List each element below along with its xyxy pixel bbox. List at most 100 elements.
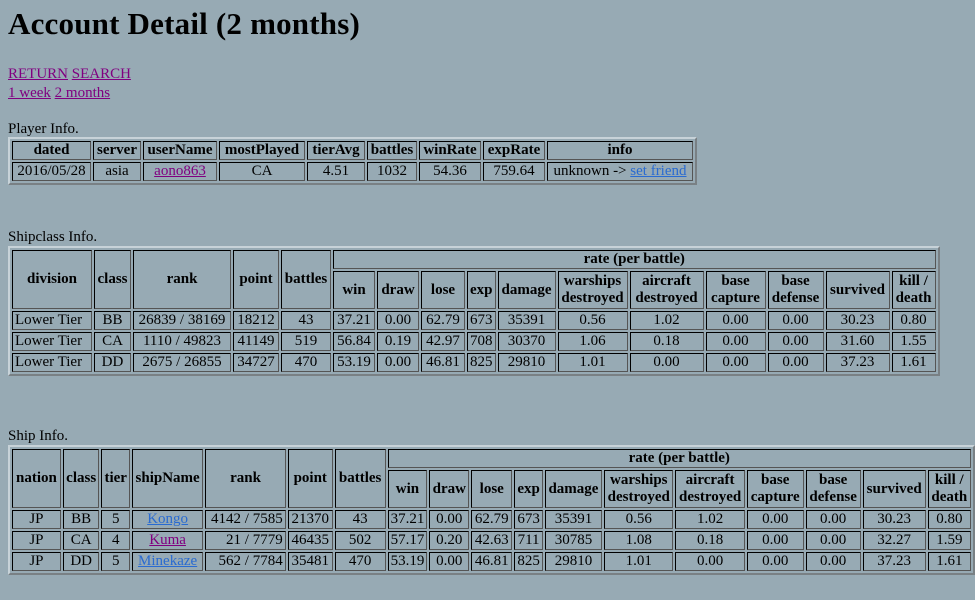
col-server: server <box>93 141 141 160</box>
one-week-link[interactable]: 1 week <box>8 85 51 101</box>
table-header-row: dated server userName mostPlayed tierAvg… <box>12 141 693 160</box>
col-point: point <box>287 449 333 508</box>
search-link[interactable]: SEARCH <box>72 66 131 82</box>
col-damage: damage <box>544 470 603 508</box>
cell-class: DD <box>94 353 131 372</box>
cell-kd: 1.61 <box>927 552 971 571</box>
username-link[interactable]: aono863 <box>154 163 206 179</box>
cell-win: 53.19 <box>333 353 375 372</box>
cell-tier: 5 <box>101 510 130 529</box>
cell-damage: 29810 <box>544 552 603 571</box>
col-aircraft: aircraft destroyed <box>675 470 745 508</box>
cell-capture: 0.00 <box>705 332 766 351</box>
col-lose: lose <box>421 271 465 309</box>
cell-lose: 46.81 <box>471 552 513 571</box>
cell-lose: 42.63 <box>471 531 513 550</box>
col-rate-group: rate (per battle) <box>387 449 971 468</box>
cell-point: 21370 <box>287 510 333 529</box>
col-warships: warships destroyed <box>557 271 628 309</box>
ship-name-link[interactable]: Minekaze <box>138 553 197 569</box>
cell-point: 18212 <box>233 311 279 330</box>
cell-aircraft: 1.02 <box>675 510 745 529</box>
table-row: Lower Tier BB 26839 / 38169 18212 43 37.21 0.0… <box>12 311 936 330</box>
col-point: point <box>233 250 279 309</box>
cell-draw: 0.20 <box>429 531 470 550</box>
table-row: Lower Tier DD 2675 / 26855 34727 470 53.19 0.0… <box>12 353 936 372</box>
cell-survived: 37.23 <box>825 353 890 372</box>
col-battles: battles <box>334 449 386 508</box>
col-aircraft: aircraft destroyed <box>629 271 704 309</box>
cell-survived: 30.23 <box>862 510 926 529</box>
table-row: 2016/05/28 asia aono863 CA 4.51 1032 54.… <box>12 162 693 181</box>
return-link[interactable]: RETURN <box>8 66 68 82</box>
cell-capture: 0.00 <box>705 353 766 372</box>
cell-lose: 46.81 <box>421 353 465 372</box>
cell-battles: 470 <box>281 353 331 372</box>
cell-capture: 0.00 <box>705 311 766 330</box>
nav-primary: RETURN SEARCH <box>8 65 131 83</box>
cell-aircraft: 1.02 <box>629 311 704 330</box>
cell-capture: 0.00 <box>746 552 804 571</box>
col-damage: damage <box>497 271 556 309</box>
col-kill-death: kill / death <box>891 271 936 309</box>
ship-name-link[interactable]: Kongo <box>147 511 188 527</box>
cell-point: 41149 <box>233 332 279 351</box>
col-division: division <box>12 250 92 309</box>
cell-point: 46435 <box>287 531 333 550</box>
col-rank: rank <box>133 250 231 309</box>
cell-lose: 42.97 <box>421 332 465 351</box>
cell-battles: 502 <box>334 531 386 550</box>
cell-nation: JP <box>12 510 61 529</box>
cell-username: aono863 <box>143 162 217 181</box>
cell-shipname: Kuma <box>131 531 204 550</box>
cell-warships: 1.01 <box>557 353 628 372</box>
cell-battles: 519 <box>281 332 331 351</box>
player-info-label: Player Info. <box>8 121 79 137</box>
player-info-table: dated server userName mostPlayed tierAvg… <box>8 137 697 185</box>
cell-exprate: 759.64 <box>483 162 545 181</box>
ship-info-table: nation class tier shipName rank point ba… <box>8 445 975 575</box>
col-exp: exp <box>467 271 496 309</box>
col-kill-death: kill / death <box>927 470 971 508</box>
col-rate-group: rate (per battle) <box>333 250 936 269</box>
cell-defense: 0.00 <box>805 531 861 550</box>
cell-class: CA <box>94 332 131 351</box>
col-battles: battles <box>281 250 331 309</box>
cell-exp: 711 <box>514 531 543 550</box>
cell-rank: 1110 / 49823 <box>133 332 231 351</box>
cell-aircraft: 0.00 <box>629 353 704 372</box>
ship-name-link[interactable]: Kuma <box>149 532 186 548</box>
cell-nation: JP <box>12 552 61 571</box>
cell-defense: 0.00 <box>767 332 824 351</box>
cell-rank: 26839 / 38169 <box>133 311 231 330</box>
two-months-link[interactable]: 2 months <box>55 85 110 101</box>
col-survived: survived <box>862 470 926 508</box>
cell-lose: 62.79 <box>421 311 465 330</box>
cell-tieravg: 4.51 <box>307 162 365 181</box>
cell-server: asia <box>93 162 141 181</box>
col-survived: survived <box>825 271 890 309</box>
cell-aircraft: 0.18 <box>629 332 704 351</box>
cell-mostplayed: CA <box>219 162 305 181</box>
cell-exp: 673 <box>514 510 543 529</box>
cell-dated: 2016/05/28 <box>12 162 91 181</box>
cell-defense: 0.00 <box>767 311 824 330</box>
cell-class: CA <box>62 531 100 550</box>
cell-nation: JP <box>12 531 61 550</box>
cell-warships: 1.01 <box>604 552 674 571</box>
cell-draw: 0.00 <box>429 552 470 571</box>
col-base-capture: base capture <box>705 271 766 309</box>
shipclass-info-table: division class rank point battles rate (… <box>8 246 940 376</box>
set-friend-link[interactable]: set friend <box>630 163 686 179</box>
col-class: class <box>94 250 131 309</box>
col-base-defense: base defense <box>767 271 824 309</box>
cell-draw: 0.19 <box>377 332 419 351</box>
col-base-capture: base capture <box>746 470 804 508</box>
cell-division: Lower Tier <box>12 353 92 372</box>
cell-kd: 1.61 <box>891 353 936 372</box>
cell-division: Lower Tier <box>12 311 92 330</box>
cell-exp: 708 <box>467 332 496 351</box>
col-warships: warships destroyed <box>604 470 674 508</box>
cell-lose: 62.79 <box>471 510 513 529</box>
col-mostplayed: mostPlayed <box>219 141 305 160</box>
